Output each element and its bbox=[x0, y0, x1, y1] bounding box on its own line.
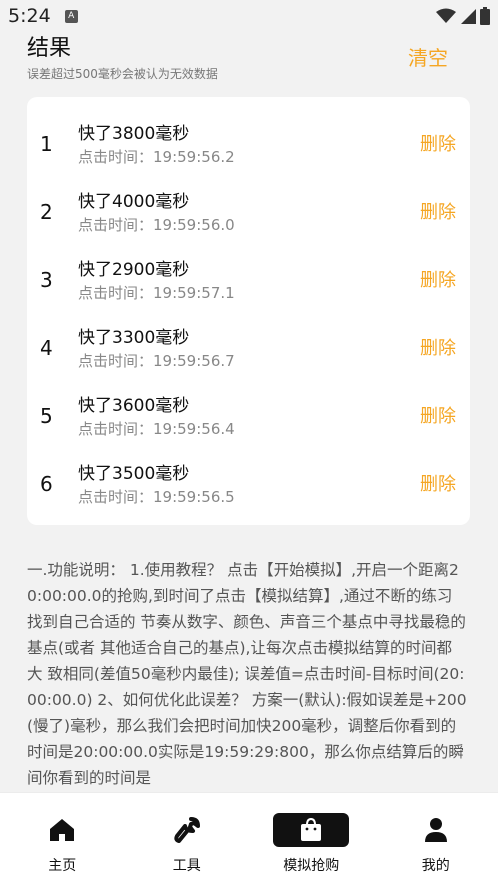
item-index: 1 bbox=[40, 132, 53, 156]
item-index: 6 bbox=[40, 472, 53, 496]
tab-label: 模拟抢购 bbox=[283, 858, 340, 874]
delete-button[interactable]: 删除 bbox=[420, 470, 456, 496]
item-click-time: 点击时间：19:59:56.2 bbox=[78, 148, 235, 166]
delete-button[interactable]: 删除 bbox=[420, 198, 456, 224]
status-time: 5:24 bbox=[8, 5, 51, 27]
tab-label: 主页 bbox=[48, 858, 77, 874]
list-item: 2 快了4000毫秒 点击时间：19:59:56.0 删除 bbox=[27, 176, 470, 244]
item-click-time: 点击时间：19:59:57.1 bbox=[78, 284, 235, 302]
tab-label: 工具 bbox=[172, 858, 201, 874]
item-index: 2 bbox=[40, 200, 53, 224]
item-title: 快了3600毫秒 bbox=[78, 396, 190, 416]
tab-mine[interactable]: 我的 bbox=[374, 793, 498, 886]
delete-button[interactable]: 删除 bbox=[420, 266, 456, 292]
status-icons bbox=[436, 7, 490, 25]
item-index: 4 bbox=[40, 336, 53, 360]
status-bar: 5:24 A bbox=[0, 0, 498, 32]
notification-icon: A bbox=[64, 9, 78, 23]
home-icon bbox=[44, 815, 80, 845]
item-title: 快了3300毫秒 bbox=[78, 328, 190, 348]
delete-button[interactable]: 删除 bbox=[420, 402, 456, 428]
item-title: 快了4000毫秒 bbox=[78, 192, 190, 212]
item-click-time: 点击时间：19:59:56.4 bbox=[78, 420, 235, 438]
delete-button[interactable]: 删除 bbox=[420, 334, 456, 360]
list-item: 6 快了3500毫秒 点击时间：19:59:56.5 删除 bbox=[27, 448, 470, 516]
item-title: 快了2900毫秒 bbox=[78, 260, 190, 280]
tab-tools[interactable]: 工具 bbox=[125, 793, 250, 886]
item-title: 快了3500毫秒 bbox=[78, 464, 190, 484]
list-item: 4 快了3300毫秒 点击时间：19:59:56.7 删除 bbox=[27, 312, 470, 380]
user-icon bbox=[418, 815, 454, 845]
wifi-icon bbox=[436, 8, 456, 23]
item-title: 快了3800毫秒 bbox=[78, 124, 190, 144]
results-header: 结果 误差超过500毫秒会被认为无效数据 清空 bbox=[27, 30, 477, 81]
results-list: 1 快了3800毫秒 点击时间：19:59:56.2 删除 2 快了4000毫秒… bbox=[27, 97, 470, 525]
item-click-time: 点击时间：19:59:56.5 bbox=[78, 488, 235, 506]
clear-button[interactable]: 清空 bbox=[408, 42, 448, 71]
feature-description: 一.功能说明： 1.使用教程？ 点击【开始模拟】,开启一个距离20:00:00.… bbox=[27, 561, 467, 787]
item-index: 5 bbox=[40, 404, 53, 428]
list-item: 3 快了2900毫秒 点击时间：19:59:57.1 删除 bbox=[27, 244, 470, 312]
bottom-tab-bar: 主页 工具 模拟抢购 我的 bbox=[0, 792, 498, 886]
battery-icon bbox=[480, 7, 490, 25]
list-item: 5 快了3600毫秒 点击时间：19:59:56.4 删除 bbox=[27, 380, 470, 448]
item-click-time: 点击时间：19:59:56.7 bbox=[78, 352, 235, 370]
item-click-time: 点击时间：19:59:56.0 bbox=[78, 216, 235, 234]
wrench-icon bbox=[169, 815, 205, 845]
list-item: 1 快了3800毫秒 点击时间：19:59:56.2 删除 bbox=[27, 108, 470, 176]
tab-simulate-purchase[interactable]: 模拟抢购 bbox=[249, 793, 374, 886]
signal-icon bbox=[461, 9, 476, 24]
shopping-bag-icon bbox=[273, 813, 350, 847]
tab-label: 我的 bbox=[421, 858, 450, 874]
item-index: 3 bbox=[40, 268, 53, 292]
delete-button[interactable]: 删除 bbox=[420, 130, 456, 156]
tab-home[interactable]: 主页 bbox=[0, 793, 125, 886]
